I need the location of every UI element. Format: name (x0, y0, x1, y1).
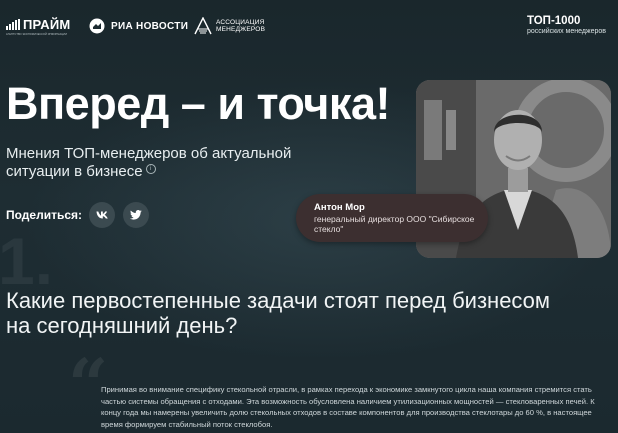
association-logo-icon (194, 17, 212, 35)
prime-logo-tagline: АГЕНТСТВО ЭКОНОМИЧЕСКОЙ ИНФОРМАЦИИ (6, 33, 67, 36)
section-answer: Принимая во внимание специфику стекольно… (101, 385, 595, 429)
section-question: Какие первостепенные задачи стоят перед … (6, 288, 551, 338)
info-icon[interactable]: i (145, 164, 156, 174)
association-line2: МЕНЕДЖЕРОВ (216, 26, 266, 33)
share-label: Поделиться: (6, 208, 83, 222)
manager-role: генеральный директор ООО "Сибирское стек… (314, 214, 475, 234)
top1000-title: ТОП-1000 (527, 15, 581, 27)
twitter-share-button[interactable] (123, 202, 150, 228)
prime-logo[interactable]: ПРАЙМ АГЕНТСТВО ЭКОНОМИЧЕСКОЙ ИНФОРМАЦИИ (6, 17, 71, 36)
prime-logo-icon (6, 19, 20, 30)
vk-share-button[interactable] (89, 202, 116, 228)
prime-logo-text: ПРАЙМ (23, 17, 71, 32)
manager-caption: Антон Мор генеральный директор ООО "Сиби… (296, 194, 488, 242)
top1000-subtitle: российских менеджеров (527, 28, 606, 35)
page-subtitle-text: Мнения ТОП-менеджеров об актуальной ситу… (6, 145, 292, 180)
section-number: 1. (0, 224, 54, 298)
vk-icon (96, 211, 108, 219)
association-logo-text: АССОЦИАЦИЯ МЕНЕДЖЕРОВ (216, 19, 265, 33)
ria-logo[interactable]: РИА НОВОСТИ (89, 18, 188, 34)
association-line1: АССОЦИАЦИЯ (216, 19, 265, 26)
twitter-icon (130, 210, 142, 220)
ria-logo-icon (89, 18, 105, 34)
page-subtitle: Мнения ТОП-менеджеров об актуальной ситу… (6, 145, 346, 181)
page-title: Вперед – и точка! (6, 78, 390, 129)
association-logo[interactable]: АССОЦИАЦИЯ МЕНЕДЖЕРОВ (194, 17, 265, 35)
header: ПРАЙМ АГЕНТСТВО ЭКОНОМИЧЕСКОЙ ИНФОРМАЦИИ… (0, 0, 618, 50)
top1000-logo[interactable]: ТОП-1000 российских менеджеров (527, 15, 606, 36)
ria-logo-text: РИА НОВОСТИ (111, 20, 189, 32)
manager-name: Антон Мор (314, 202, 365, 213)
